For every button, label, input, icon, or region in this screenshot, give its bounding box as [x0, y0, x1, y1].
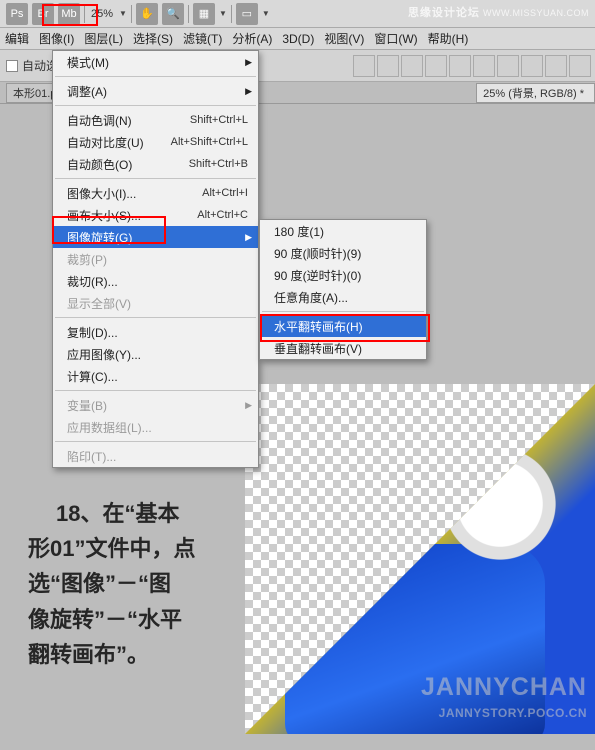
menu-bar: 编辑 图像(I) 图层(L) 选择(S) 滤镜(T) 分析(A) 3D(D) 视… [0, 28, 595, 50]
menu-item-crop: 裁剪(P) [53, 248, 258, 270]
submenu-arrow-icon: ▶ [245, 86, 252, 97]
view-icon[interactable]: ▦ [193, 3, 215, 25]
menu-item-auto-contrast[interactable]: 自动对比度(U)Alt+Shift+Ctrl+L [53, 131, 258, 153]
zoom-dropdown-icon[interactable]: ▼ [119, 9, 127, 18]
instruction-text: 18、在“基本 形01”文件中，点 选“图像”－“图 像旋转”－“水平 翻转画布… [28, 496, 258, 672]
highlight-image-menu [42, 4, 98, 26]
menu-select[interactable]: 选择(S) [128, 28, 178, 50]
menu-item-auto-tone[interactable]: 自动色调(N)Shift+Ctrl+L [53, 109, 258, 131]
align-icon[interactable] [377, 55, 399, 77]
screen-mode-icon[interactable]: ▭ [236, 3, 258, 25]
image-menu-popup: 模式(M)▶ 调整(A)▶ 自动色调(N)Shift+Ctrl+L 自动对比度(… [52, 50, 259, 468]
align-icon[interactable] [449, 55, 471, 77]
view-dropdown-icon[interactable]: ▼ [219, 9, 227, 18]
highlight-rotation [52, 216, 166, 244]
ps-icon[interactable]: Ps [6, 3, 28, 25]
zoom-icon[interactable]: 🔍 [162, 3, 184, 25]
menu-item-trim[interactable]: 裁切(R)... [53, 270, 258, 292]
menu-view[interactable]: 视图(V) [319, 28, 369, 50]
menu-item-reveal-all: 显示全部(V) [53, 292, 258, 314]
watermark-top: 思缘设计论坛 WWW.MISSYUAN.COM [408, 4, 589, 20]
menu-layer[interactable]: 图层(L) [79, 28, 128, 50]
align-icon[interactable] [545, 55, 567, 77]
menu-divider [55, 105, 256, 106]
align-icon[interactable] [569, 55, 591, 77]
menu-divider [55, 76, 256, 77]
menu-item-arbitrary[interactable]: 任意角度(A)... [260, 286, 426, 308]
menu-item-variables: 变量(B)▶ [53, 394, 258, 416]
watermark-author: JANNYCHAN [421, 673, 587, 702]
menu-divider [55, 317, 256, 318]
hand-icon[interactable]: ✋ [136, 3, 158, 25]
separator [188, 5, 189, 23]
menu-divider [55, 441, 256, 442]
menu-item-duplicate[interactable]: 复制(D)... [53, 321, 258, 343]
highlight-flip-horizontal [260, 314, 430, 342]
menu-item-auto-color[interactable]: 自动颜色(O)Shift+Ctrl+B [53, 153, 258, 175]
align-icon[interactable] [521, 55, 543, 77]
menu-item-apply-image[interactable]: 应用图像(Y)... [53, 343, 258, 365]
menu-window[interactable]: 窗口(W) [369, 28, 422, 50]
align-icon[interactable] [425, 55, 447, 77]
menu-item-90ccw[interactable]: 90 度(逆时针)(0) [260, 264, 426, 286]
menu-analysis[interactable]: 分析(A) [227, 28, 277, 50]
menu-divider [55, 390, 256, 391]
separator [131, 5, 132, 23]
align-icon[interactable] [353, 55, 375, 77]
menu-item-data-sets: 应用数据组(L)... [53, 416, 258, 438]
menu-item-trap: 陷印(T)... [53, 445, 258, 467]
watermark-url: JANNYSTORY.POCO.CN [439, 706, 587, 720]
menu-item-adjustments[interactable]: 调整(A)▶ [53, 80, 258, 102]
align-icon[interactable] [473, 55, 495, 77]
menu-item-180[interactable]: 180 度(1) [260, 220, 426, 242]
screen-dropdown-icon[interactable]: ▼ [262, 9, 270, 18]
menu-edit[interactable]: 编辑 [0, 28, 34, 50]
submenu-arrow-icon: ▶ [245, 232, 252, 243]
submenu-arrow-icon: ▶ [245, 57, 252, 68]
menu-item-image-size[interactable]: 图像大小(I)...Alt+Ctrl+I [53, 182, 258, 204]
menu-3d[interactable]: 3D(D) [277, 28, 319, 50]
separator [231, 5, 232, 23]
align-icon[interactable] [497, 55, 519, 77]
auto-select-checkbox[interactable] [6, 60, 18, 72]
menu-filter[interactable]: 滤镜(T) [178, 28, 227, 50]
menu-item-calculations[interactable]: 计算(C)... [53, 365, 258, 387]
menu-help[interactable]: 帮助(H) [423, 28, 474, 50]
align-icon[interactable] [401, 55, 423, 77]
menu-divider [55, 178, 256, 179]
menu-image[interactable]: 图像(I) [34, 28, 79, 50]
menu-item-90cw[interactable]: 90 度(顺时针)(9) [260, 242, 426, 264]
menu-item-mode[interactable]: 模式(M)▶ [53, 51, 258, 73]
submenu-arrow-icon: ▶ [245, 400, 252, 411]
menu-divider [262, 311, 424, 312]
document-tab-active[interactable]: 25% (背景, RGB/8) * [476, 83, 595, 103]
